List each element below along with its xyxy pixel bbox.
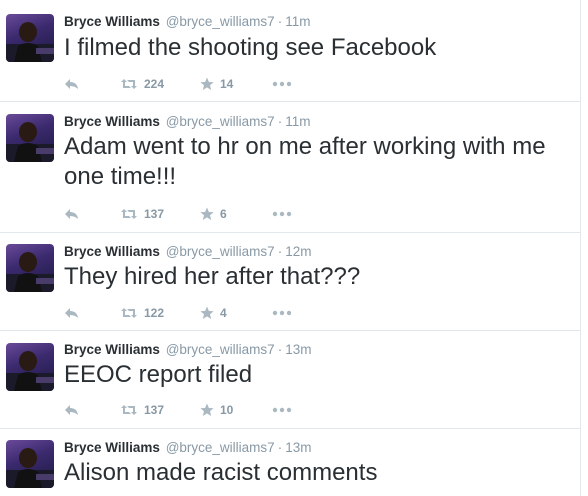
- more-dots-icon: [272, 211, 292, 217]
- display-name[interactable]: Bryce Williams: [64, 342, 160, 357]
- tweet-text: I filmed the shooting see Facebook: [64, 34, 437, 61]
- retweet-count: 224: [144, 77, 165, 91]
- retweet-icon: [121, 308, 137, 318]
- tweet-text: They hired her after that???: [64, 263, 361, 290]
- favorite-count: 6: [220, 207, 227, 221]
- favorite-count: 14: [220, 77, 234, 91]
- reply-icon: [65, 79, 78, 89]
- tweet-header: Bryce Williams @bryce_williams7 · 11m: [64, 113, 310, 131]
- username-handle[interactable]: @bryce_williams7: [166, 114, 275, 129]
- tweet[interactable]: Bryce Williams @bryce_williams7 · 11m Adam…: [0, 102, 581, 233]
- reply-button[interactable]: [64, 208, 82, 220]
- timestamp[interactable]: 13m: [285, 440, 311, 455]
- retweet-count: 122: [144, 306, 165, 320]
- favorite-button[interactable]: 4: [200, 306, 262, 320]
- favorite-star-icon: [200, 306, 214, 319]
- favorite-count: 10: [220, 403, 234, 417]
- retweet-icon: [121, 405, 137, 415]
- avatar[interactable]: [6, 14, 54, 62]
- username-handle[interactable]: @bryce_williams7: [166, 14, 275, 29]
- reply-button[interactable]: [64, 404, 82, 416]
- avatar[interactable]: [6, 343, 54, 391]
- more-button[interactable]: [272, 211, 292, 217]
- tweet[interactable]: Bryce Williams @bryce_williams7 · 13m EEOC…: [0, 331, 581, 429]
- tweet-actions: 122 4: [64, 304, 292, 322]
- timestamp[interactable]: 12m: [285, 244, 311, 259]
- tweet-header: Bryce Williams @bryce_williams7 · 12m: [64, 243, 311, 261]
- tweet-text: EEOC report filed: [64, 361, 253, 388]
- tweet-actions: 224 14: [64, 75, 292, 93]
- retweet-button[interactable]: 137: [120, 403, 190, 417]
- display-name[interactable]: Bryce Williams: [64, 440, 160, 455]
- tweet[interactable]: Bryce Williams @bryce_williams7 · 11m I fi…: [0, 0, 581, 102]
- favorite-star-icon: [200, 403, 214, 416]
- retweet-button[interactable]: 224: [120, 77, 190, 91]
- tweet-header: Bryce Williams @bryce_williams7 · 11m: [64, 13, 310, 31]
- dot-separator: ·: [277, 244, 283, 259]
- avatar[interactable]: [6, 440, 54, 488]
- avatar[interactable]: [6, 244, 54, 292]
- favorite-button[interactable]: 6: [200, 207, 262, 221]
- more-dots-icon: [272, 310, 292, 316]
- reply-icon: [65, 209, 78, 219]
- tweet-timeline: Bryce Williams @bryce_williams7 · 11m I fi…: [0, 0, 581, 496]
- username-handle[interactable]: @bryce_williams7: [166, 440, 275, 455]
- more-button[interactable]: [272, 81, 292, 87]
- dot-separator: ·: [277, 14, 283, 29]
- retweet-count: 137: [144, 207, 165, 221]
- more-button[interactable]: [272, 407, 292, 413]
- display-name[interactable]: Bryce Williams: [64, 114, 160, 129]
- display-name[interactable]: Bryce Williams: [64, 14, 160, 29]
- dot-separator: ·: [277, 440, 283, 455]
- retweet-count: 137: [144, 403, 165, 417]
- more-button[interactable]: [272, 310, 292, 316]
- tweet-header: Bryce Williams @bryce_williams7 · 13m: [64, 439, 311, 457]
- avatar[interactable]: [6, 114, 54, 162]
- more-dots-icon: [272, 407, 292, 413]
- tweet-header: Bryce Williams @bryce_williams7 · 13m: [64, 341, 311, 359]
- retweet-icon: [121, 79, 137, 89]
- tweet-text: Adam went to hr on me after working with…: [64, 133, 546, 190]
- timestamp[interactable]: 11m: [285, 114, 310, 129]
- retweet-button[interactable]: 137: [120, 207, 190, 221]
- dot-separator: ·: [277, 342, 283, 357]
- timestamp[interactable]: 11m: [285, 14, 310, 29]
- username-handle[interactable]: @bryce_williams7: [166, 342, 275, 357]
- tweet-actions: 137 6: [64, 205, 292, 223]
- favorite-star-icon: [200, 207, 214, 220]
- tweet-text: Alison made racist comments: [64, 459, 378, 486]
- retweet-icon: [121, 209, 137, 219]
- display-name[interactable]: Bryce Williams: [64, 244, 160, 259]
- tweet[interactable]: Bryce Williams @bryce_williams7 · 13m Alis…: [0, 429, 581, 496]
- favorite-star-icon: [200, 77, 214, 90]
- retweet-button[interactable]: 122: [120, 306, 190, 320]
- tweet[interactable]: Bryce Williams @bryce_williams7 · 12m They…: [0, 233, 581, 331]
- tweet-actions: 137 10: [64, 401, 292, 419]
- username-handle[interactable]: @bryce_williams7: [166, 244, 275, 259]
- dot-separator: ·: [277, 114, 283, 129]
- favorite-button[interactable]: 14: [200, 77, 262, 91]
- reply-button[interactable]: [64, 307, 82, 319]
- reply-icon: [65, 405, 78, 415]
- more-dots-icon: [272, 81, 292, 87]
- favorite-count: 4: [220, 306, 227, 320]
- favorite-button[interactable]: 10: [200, 403, 262, 417]
- reply-icon: [65, 308, 78, 318]
- timestamp[interactable]: 13m: [285, 342, 311, 357]
- reply-button[interactable]: [64, 78, 82, 90]
